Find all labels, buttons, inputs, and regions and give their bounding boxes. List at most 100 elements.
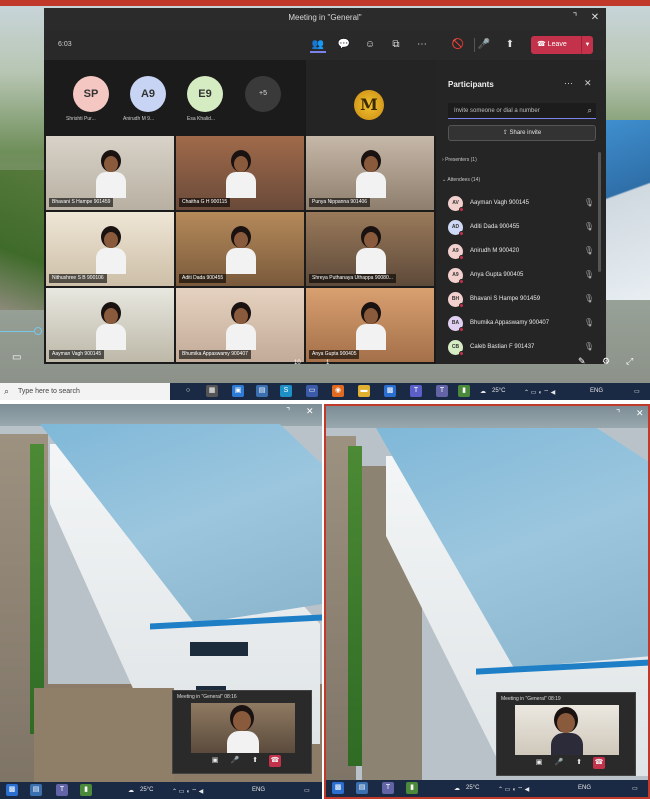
teams-icon[interactable]: T [382,782,394,794]
teams-icon[interactable]: T [436,385,448,397]
weather-temp[interactable]: 25°C [492,388,505,394]
task-view-icon[interactable]: ▦ [206,385,218,397]
app-icon[interactable]: ▭ [306,385,318,397]
app-icon[interactable]: ▮ [406,782,418,794]
close-icon[interactable]: ✕ [306,406,314,417]
participant-row[interactable]: A9 Anya Gupta 900405 🎙 [448,264,598,288]
app-icon[interactable]: S [280,385,292,397]
video-tile[interactable]: Aayman Vagh 900145 [46,288,174,362]
participant-row[interactable]: AV Aayman Vagh 900145 🎙 [448,192,598,216]
mic-icon[interactable]: 🎤 [229,755,241,767]
tray-icons[interactable]: ⌃ ▭ ◖ ⌔ ◀ [498,785,529,793]
presenters-section[interactable]: › Presenters (1) [442,157,477,163]
mini-meeting-window[interactable]: Meeting in "General" 08:16 ▣ 🎤 ⬆ ☎ [172,690,312,774]
mic-icon[interactable]: 🎤 [476,37,492,53]
scrollbar[interactable] [598,152,601,272]
video-tile[interactable]: Anya Gupta 900405 [306,288,434,362]
popout-icon[interactable]: ⌝ [568,11,582,25]
notification-icon[interactable]: ▭ [304,787,310,794]
avatar[interactable]: A9 [130,76,166,112]
leave-button[interactable]: ☎ Leave ▼ [531,36,593,54]
popout-icon[interactable]: ⌝ [616,408,620,419]
rooms-icon[interactable]: ⧉ [388,37,404,53]
app-icon[interactable]: ▤ [256,385,268,397]
video-tile[interactable]: Shreya Puthanaya Uthappa 90080... [306,212,434,286]
app-icon[interactable]: ▩ [6,784,18,796]
camera-off-icon[interactable]: 🚫 [450,37,466,53]
teams-icon[interactable]: T [410,385,422,397]
camera-icon[interactable]: ▣ [533,757,545,769]
mic-muted-icon[interactable]: 🎙 [584,270,594,279]
caption-icon[interactable]: ▭ [12,352,21,363]
close-icon[interactable]: ✕ [636,408,644,419]
tray-icons[interactable]: ⌃ ▭ ◖ ⌔ ◀ [524,388,555,396]
mic-muted-icon[interactable]: 🎙 [584,222,594,231]
camera-icon[interactable]: ▣ [209,755,221,767]
language-indicator[interactable]: ENG [590,388,603,394]
share-icon[interactable]: ⬆ [573,757,585,769]
more-participants-button[interactable]: +5 [245,76,281,112]
video-tile[interactable]: Aditi Dada 900455 [176,212,304,286]
participant-row[interactable]: A9 Anirudh M 900420 🎙 [448,240,598,264]
search-input[interactable]: ⌕ Type here to search [0,383,170,400]
language-indicator[interactable]: ENG [252,787,265,793]
video-tile[interactable]: Nithushree S B 900106 [46,212,174,286]
weather-icon[interactable]: ☁ [480,388,486,395]
close-icon[interactable]: ✕ [584,78,592,89]
weather-temp[interactable]: 25°C [466,785,479,791]
edit-icon[interactable]: ✎ [578,356,586,367]
file-explorer-icon[interactable]: ▬ [358,385,370,397]
attendees-section[interactable]: ⌄ Attendees (14) [442,177,480,183]
video-tile[interactable]: Punya Nippanna 901406 [306,136,434,210]
participant-row[interactable]: AD Aditi Dada 900455 🎙 [448,216,598,240]
video-tile[interactable]: Bhumika Appaswamy 900407 [176,288,304,362]
share-invite-button[interactable]: ⇪ Share invite [448,125,596,141]
weather-icon[interactable]: ☁ [128,787,134,794]
cortana-icon[interactable]: ○ [182,385,194,397]
avatar[interactable]: E9 [187,76,223,112]
mic-muted-icon[interactable]: 🎙 [584,342,594,351]
participant-row[interactable]: BH Bhavani S Hampe 901459 🎙 [448,288,598,312]
video-tile[interactable]: Bhavani S Hampe 901459 [46,136,174,210]
app-icon[interactable]: ▮ [80,784,92,796]
mic-icon[interactable]: 🎤 [553,757,565,769]
invite-input[interactable]: Invite someone or dial a number ⌕ [448,103,596,119]
app-icon[interactable]: ▤ [30,784,42,796]
chevron-down-icon[interactable]: ▼ [581,36,593,54]
settings-icon[interactable]: ⚙ [602,356,610,367]
app-icon[interactable]: ▩ [332,782,344,794]
popout-icon[interactable]: ⌝ [286,406,290,417]
slider-knob[interactable] [34,327,42,335]
avatar[interactable]: SP [73,76,109,112]
close-icon[interactable]: ✕ [588,11,602,25]
more-icon[interactable]: ⋯ [564,78,573,89]
mic-muted-icon[interactable]: 🎙 [584,294,594,303]
mic-muted-icon[interactable]: 🎙 [584,198,594,207]
mini-meeting-window[interactable]: Meeting in "General" 08:19 ▣ 🎤 ⬆ ☎ [496,692,636,776]
share-icon[interactable]: ⬆ [502,37,518,53]
expand-icon[interactable]: ⤢ [626,356,633,367]
weather-temp[interactable]: 25°C [140,787,153,793]
app-icon[interactable]: ▮ [458,385,470,397]
language-indicator[interactable]: ENG [578,785,591,791]
more-icon[interactable]: ⋯ [414,37,430,53]
tray-icons[interactable]: ⌃ ▭ ◖ ⌔ ◀ [172,787,203,795]
participant-row[interactable]: BA Bhumika Appaswamy 900407 🎙 [448,312,598,336]
reactions-icon[interactable]: ☺ [362,37,378,53]
video-tile[interactable]: Chaitha G H 900115 [176,136,304,210]
weather-icon[interactable]: ☁ [454,785,460,792]
end-call-icon[interactable]: ☎ [593,757,605,769]
notification-icon[interactable]: ▭ [634,388,640,395]
app-icon[interactable]: ▩ [384,385,396,397]
app-icon[interactable]: ▣ [232,385,244,397]
people-icon[interactable]: 👥 [310,37,326,53]
app-icon[interactable]: ▤ [356,782,368,794]
participant-row[interactable]: CB Caleb Bastian F 901437 🎙 [448,336,598,360]
teams-icon[interactable]: T [56,784,68,796]
notification-icon[interactable]: ▭ [632,785,638,792]
end-call-icon[interactable]: ☎ [269,755,281,767]
share-icon[interactable]: ⬆ [249,755,261,767]
mic-muted-icon[interactable]: 🎙 [584,246,594,255]
firefox-icon[interactable]: ◉ [332,385,344,397]
chat-icon[interactable]: 💬 [336,37,352,53]
